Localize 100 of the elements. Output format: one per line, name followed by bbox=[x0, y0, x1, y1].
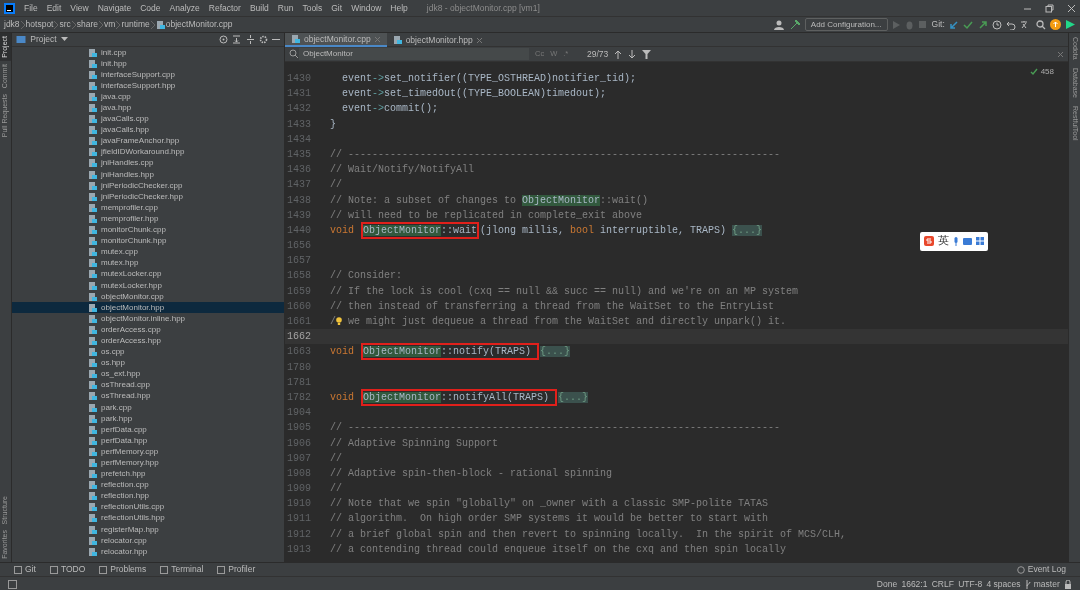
collapse-all-icon[interactable] bbox=[245, 35, 255, 44]
menu-item[interactable]: Run bbox=[277, 1, 294, 15]
file-tree-item[interactable]: interfaceSupport.hpp bbox=[12, 80, 284, 92]
status-item[interactable]: 4 spaces bbox=[986, 577, 1021, 590]
file-tree-item[interactable]: os.hpp bbox=[12, 357, 284, 369]
find-field[interactable]: ObjectMonitor bbox=[299, 48, 529, 60]
arrow-down-icon[interactable] bbox=[628, 49, 637, 59]
file-tree-item[interactable]: relocator.hpp bbox=[12, 546, 284, 558]
status-item[interactable]: Done bbox=[876, 577, 898, 590]
file-tree-item[interactable]: memprofiler.hpp bbox=[12, 213, 284, 225]
menu-item[interactable]: Analyze bbox=[169, 1, 200, 15]
file-tree-item[interactable]: orderAccess.hpp bbox=[12, 335, 284, 347]
restore-icon[interactable] bbox=[1045, 3, 1054, 13]
file-tree-item[interactable]: reflectionUtils.hpp bbox=[12, 512, 284, 525]
undo-icon[interactable] bbox=[1006, 19, 1016, 30]
file-tree-item[interactable]: reflectionUtils.cpp bbox=[12, 501, 284, 513]
file-tree-item[interactable]: monitorChunk.hpp bbox=[12, 235, 284, 247]
file-tree-item[interactable]: java.hpp bbox=[12, 102, 284, 114]
file-tree-item[interactable]: osThread.cpp bbox=[12, 379, 284, 391]
file-tree-item[interactable]: interfaceSupport.cpp bbox=[12, 69, 284, 81]
menu-item[interactable]: Edit bbox=[46, 1, 62, 15]
tool-window-button[interactable]: Profiler bbox=[217, 563, 256, 576]
expand-all-icon[interactable] bbox=[232, 35, 242, 44]
file-tree-item[interactable]: jfieldIDWorkaround.hpp bbox=[12, 146, 284, 158]
file-tree-item[interactable]: monitorChunk.cpp bbox=[12, 224, 284, 236]
menu-item[interactable]: Refactor bbox=[208, 1, 241, 15]
file-tree-item[interactable]: jniHandles.hpp bbox=[12, 169, 284, 181]
menu-item[interactable]: Window bbox=[351, 1, 382, 15]
menu-item[interactable]: Git bbox=[331, 1, 343, 15]
status-item[interactable]: CRLF bbox=[931, 577, 954, 590]
editor-tab[interactable]: objectMonitor.hpp bbox=[386, 33, 489, 47]
hammer-icon[interactable] bbox=[789, 19, 801, 30]
file-tree-item[interactable]: perfMemory.cpp bbox=[12, 446, 284, 458]
event-log-button[interactable]: Event Log bbox=[1016, 563, 1066, 576]
file-tree-item[interactable]: perfData.cpp bbox=[12, 424, 284, 436]
file-tree-item[interactable]: mutex.hpp bbox=[12, 257, 284, 269]
file-tree-item[interactable]: perfData.hpp bbox=[12, 435, 284, 447]
update-arrow-icon[interactable] bbox=[949, 19, 959, 30]
menu-item[interactable]: File bbox=[24, 1, 38, 15]
keyboard-icon[interactable] bbox=[963, 237, 972, 245]
tool-window-button[interactable]: Git bbox=[14, 563, 36, 576]
tool-window-button[interactable]: TODO bbox=[49, 563, 86, 576]
arrow-up-icon[interactable] bbox=[614, 49, 623, 59]
menu-item[interactable]: Code bbox=[140, 1, 161, 15]
file-tree-item[interactable]: java.cpp bbox=[12, 91, 284, 103]
file-tree-item[interactable]: orderAccess.cpp bbox=[12, 324, 284, 336]
grid-icon[interactable] bbox=[976, 237, 984, 246]
file-tree-item[interactable]: jniPeriodicChecker.cpp bbox=[12, 180, 284, 192]
menu-item[interactable]: View bbox=[70, 1, 89, 15]
breadcrumb-item[interactable]: hotspot bbox=[25, 18, 54, 31]
microphone-icon[interactable] bbox=[953, 236, 959, 246]
file-tree-item[interactable]: jniHandles.cpp bbox=[12, 157, 284, 170]
input-mode-toggle[interactable]: 英 bbox=[938, 233, 949, 250]
breadcrumb-item[interactable]: jdk8 bbox=[4, 18, 20, 31]
menu-item[interactable]: Build bbox=[249, 1, 269, 15]
caret-icon[interactable] bbox=[60, 37, 68, 42]
menu-item[interactable]: Navigate bbox=[97, 1, 132, 15]
user-icon[interactable] bbox=[774, 19, 786, 30]
project-view-selector[interactable]: Project bbox=[30, 33, 57, 46]
close-icon[interactable] bbox=[1066, 3, 1076, 13]
file-tree-item[interactable]: javaCalls.hpp bbox=[12, 124, 284, 136]
file-tree-item[interactable]: registerMap.hpp bbox=[12, 524, 284, 536]
status-item[interactable]: master bbox=[1024, 577, 1060, 590]
breadcrumb-item[interactable]: share bbox=[76, 18, 99, 31]
menu-item[interactable]: Help bbox=[390, 1, 408, 15]
tool-window-button[interactable]: Terminal bbox=[160, 563, 204, 576]
file-tree-item[interactable]: os.cpp bbox=[12, 346, 284, 358]
file-tree-item[interactable]: park.hpp bbox=[12, 413, 284, 425]
menu-item[interactable]: Tools bbox=[302, 1, 323, 15]
file-tree-item[interactable]: objectMonitor.hpp bbox=[12, 302, 284, 314]
file-tree-item[interactable]: objectMonitor.cpp bbox=[12, 291, 284, 303]
file-tree-item[interactable]: javaFrameAnchor.hpp bbox=[12, 135, 284, 147]
status-item[interactable]: UTF-8 bbox=[958, 577, 983, 590]
breadcrumb-item[interactable]: vm bbox=[104, 18, 116, 31]
file-tree-item[interactable]: objectMonitor.inline.hpp bbox=[12, 313, 284, 325]
file-tree-item[interactable]: relocator.cpp bbox=[12, 535, 284, 547]
panel-icon[interactable] bbox=[8, 579, 17, 589]
check-icon[interactable] bbox=[963, 19, 974, 30]
file-tree-item[interactable]: javaCalls.cpp bbox=[12, 113, 284, 125]
add-configuration-button[interactable]: Add Configuration... bbox=[804, 18, 888, 31]
editor-tab[interactable]: objectMonitor.cpp bbox=[285, 33, 387, 47]
tool-window-button[interactable]: Problems bbox=[99, 563, 147, 576]
lightbulb-icon[interactable] bbox=[336, 316, 342, 327]
file-tree-item[interactable]: reflection.cpp bbox=[12, 479, 284, 491]
breadcrumb-item[interactable]: src bbox=[59, 18, 71, 31]
search-icon[interactable] bbox=[1035, 19, 1046, 30]
file-tree-item[interactable]: reflection.hpp bbox=[12, 490, 284, 502]
file-tree-item[interactable]: init.hpp bbox=[12, 58, 284, 70]
history-icon[interactable] bbox=[991, 19, 1002, 30]
file-tree-item[interactable]: memprofiler.cpp bbox=[12, 202, 284, 214]
push-arrow-icon[interactable] bbox=[977, 19, 988, 30]
file-tree-item[interactable]: os_ext.hpp bbox=[12, 368, 284, 380]
file-tree-item[interactable]: park.cpp bbox=[12, 402, 284, 414]
file-tree-item[interactable]: init.cpp bbox=[12, 47, 284, 59]
status-item[interactable]: 1662:1 bbox=[901, 577, 928, 590]
plugin-logo-icon[interactable] bbox=[1065, 19, 1076, 30]
locate-icon[interactable] bbox=[219, 35, 228, 44]
file-tree-item[interactable]: perfMemory.hpp bbox=[12, 457, 284, 469]
file-tree-item[interactable]: mutexLocker.cpp bbox=[12, 268, 284, 280]
breadcrumb-item[interactable]: objectMonitor.cpp bbox=[165, 18, 233, 31]
